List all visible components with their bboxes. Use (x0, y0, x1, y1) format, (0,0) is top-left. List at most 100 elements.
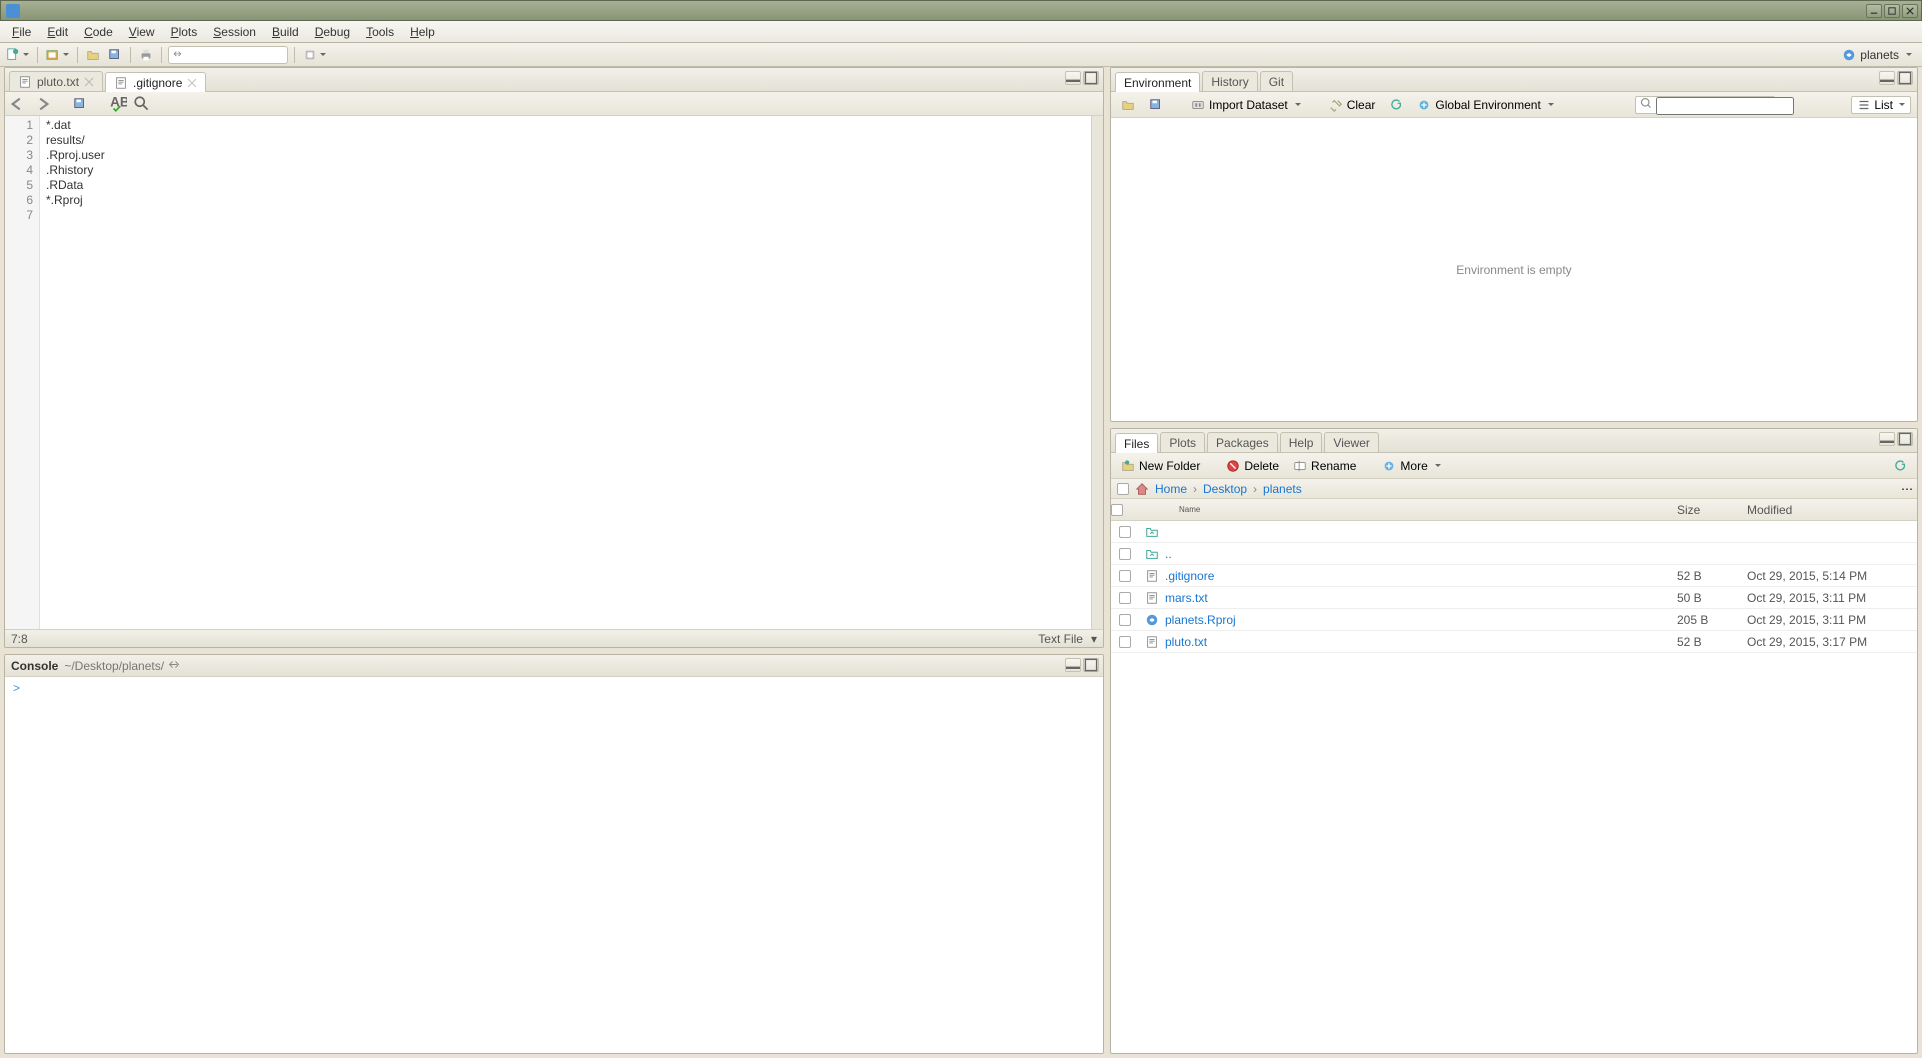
list-view-button[interactable]: List (1851, 96, 1911, 114)
close-tab-button[interactable] (84, 77, 94, 87)
new-folder-button[interactable]: New Folder (1117, 457, 1204, 475)
file-row-parent[interactable] (1111, 521, 1917, 543)
menu-help[interactable]: Help (402, 22, 443, 42)
load-workspace-button[interactable] (1117, 96, 1139, 114)
window-titlebar (0, 0, 1922, 21)
close-tab-button[interactable] (187, 78, 197, 88)
file-link[interactable]: .gitignore (1165, 569, 1214, 583)
file-row[interactable]: pluto.txt52 BOct 29, 2015, 3:17 PM (1111, 631, 1917, 653)
header-checkbox[interactable] (1111, 504, 1123, 516)
breadcrumb-more[interactable]: ⋯ (1901, 482, 1913, 496)
new-project-button[interactable] (44, 46, 71, 64)
menu-edit[interactable]: Edit (39, 22, 76, 42)
close-button[interactable] (1902, 4, 1918, 18)
files-tab-viewer[interactable]: Viewer (1324, 432, 1378, 452)
menu-build[interactable]: Build (264, 22, 307, 42)
files-table-header: Name Size Modified (1111, 499, 1917, 521)
maximize-pane-button[interactable] (1083, 71, 1099, 85)
file-link[interactable]: mars.txt (1165, 591, 1208, 605)
files-tab-plots[interactable]: Plots (1160, 432, 1205, 452)
file-checkbox[interactable] (1119, 614, 1131, 626)
menu-file[interactable]: File (4, 22, 39, 42)
rename-button[interactable]: Rename (1289, 457, 1360, 475)
maximize-pane-button[interactable] (1083, 658, 1099, 672)
maximize-pane-button[interactable] (1897, 71, 1913, 85)
maximize-button[interactable] (1884, 4, 1900, 18)
minimize-pane-button[interactable] (1879, 432, 1895, 446)
refresh-files-button[interactable] (1889, 457, 1911, 475)
minimize-button[interactable] (1866, 4, 1882, 18)
breadcrumb-desktop[interactable]: Desktop (1203, 482, 1247, 496)
files-tab-packages[interactable]: Packages (1207, 432, 1278, 452)
save-button[interactable] (71, 95, 89, 113)
file-row[interactable]: planets.Rproj205 BOct 29, 2015, 3:11 PM (1111, 609, 1917, 631)
files-pane: Files Plots Packages Help Viewer New Fol… (1110, 428, 1918, 1054)
menu-session[interactable]: Session (205, 22, 264, 42)
find-button[interactable] (133, 95, 151, 113)
breadcrumb-planets[interactable]: planets (1263, 482, 1302, 496)
spellcheck-button[interactable]: ABC (109, 95, 127, 113)
open-file-button[interactable] (84, 46, 102, 64)
tab-gitignore[interactable]: .gitignore (105, 72, 206, 92)
new-file-button[interactable] (4, 46, 31, 64)
save-all-button[interactable] (106, 46, 124, 64)
environment-search[interactable] (1635, 96, 1775, 114)
environment-scope-selector[interactable]: Global Environment (1413, 96, 1557, 114)
menu-plots[interactable]: Plots (163, 22, 206, 42)
file-type: Text File (1038, 632, 1083, 646)
go-to-file-input[interactable] (168, 46, 288, 64)
file-checkbox[interactable] (1119, 636, 1131, 648)
line-gutter: 1234567 (5, 116, 40, 629)
menu-view[interactable]: View (121, 22, 163, 42)
home-icon[interactable] (1135, 482, 1149, 496)
files-tab-help[interactable]: Help (1280, 432, 1323, 452)
console-pane: Console ~/Desktop/planets/ > (4, 654, 1104, 1054)
project-selector[interactable]: planets (1836, 48, 1918, 62)
file-row[interactable]: mars.txt50 BOct 29, 2015, 3:11 PM (1111, 587, 1917, 609)
file-row-parent[interactable]: .. (1111, 543, 1917, 565)
env-tab-git[interactable]: Git (1260, 71, 1293, 91)
console-pane-controls (1065, 658, 1099, 672)
file-link[interactable]: .. (1165, 547, 1172, 561)
env-tab-history[interactable]: History (1202, 71, 1257, 91)
console-body[interactable]: > (5, 677, 1103, 1053)
file-link[interactable]: planets.Rproj (1165, 613, 1236, 627)
menu-tools[interactable]: Tools (358, 22, 402, 42)
project-name: planets (1860, 48, 1899, 62)
menu-debug[interactable]: Debug (307, 22, 358, 42)
forward-button[interactable] (33, 95, 51, 113)
breadcrumb-home[interactable]: Home (1155, 482, 1187, 496)
code-editor[interactable]: 1234567 *.datresults/.Rproj.user.Rhistor… (5, 116, 1103, 629)
editor-status-right: Text File ▾ (1038, 632, 1097, 646)
addins-button[interactable] (301, 46, 328, 64)
files-tab-files[interactable]: Files (1115, 433, 1158, 453)
clear-button[interactable]: Clear (1325, 96, 1380, 114)
save-workspace-button[interactable] (1145, 96, 1167, 114)
back-button[interactable] (9, 95, 27, 113)
file-row[interactable]: .gitignore52 BOct 29, 2015, 5:14 PM (1111, 565, 1917, 587)
file-link[interactable]: pluto.txt (1165, 635, 1207, 649)
select-all-checkbox[interactable] (1117, 483, 1129, 495)
tab-label: pluto.txt (37, 75, 79, 89)
file-checkbox[interactable] (1119, 592, 1131, 604)
delete-button[interactable]: Delete (1222, 457, 1283, 475)
more-button[interactable]: More (1378, 457, 1444, 475)
popout-icon[interactable] (168, 660, 180, 672)
refresh-button[interactable] (1385, 96, 1407, 114)
maximize-pane-button[interactable] (1897, 432, 1913, 446)
minimize-pane-button[interactable] (1065, 658, 1081, 672)
files-pane-controls (1879, 432, 1913, 446)
minimize-pane-button[interactable] (1065, 71, 1081, 85)
print-button[interactable] (137, 46, 155, 64)
code-area[interactable]: *.datresults/.Rproj.user.Rhistory.RData*… (40, 116, 1103, 629)
file-checkbox[interactable] (1119, 548, 1131, 560)
tab-pluto[interactable]: pluto.txt (9, 71, 103, 91)
env-tab-environment[interactable]: Environment (1115, 72, 1200, 92)
editor-scrollbar[interactable] (1091, 116, 1103, 629)
file-checkbox[interactable] (1119, 570, 1131, 582)
folder-up-icon (1145, 525, 1159, 539)
menu-code[interactable]: Code (76, 22, 121, 42)
file-checkbox[interactable] (1119, 526, 1131, 538)
minimize-pane-button[interactable] (1879, 71, 1895, 85)
import-dataset-button[interactable]: Import Dataset (1187, 96, 1305, 114)
